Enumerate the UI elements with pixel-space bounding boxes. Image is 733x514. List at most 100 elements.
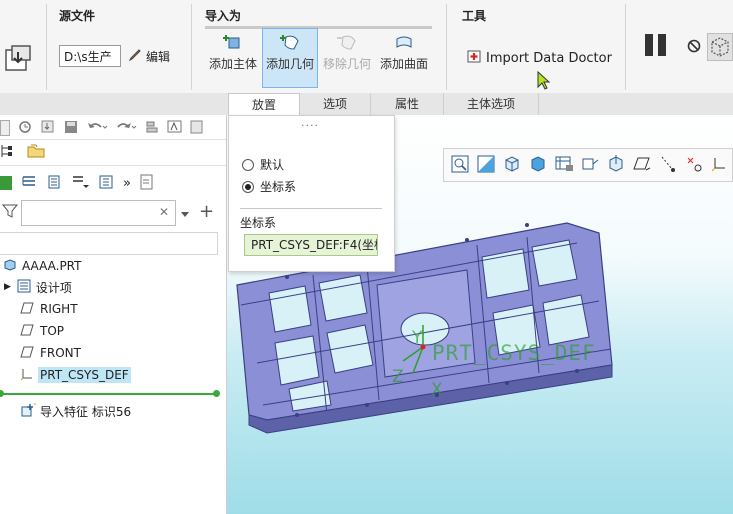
view-manager-button[interactable]: [552, 153, 575, 177]
save-icon[interactable]: [63, 119, 79, 138]
datum-display-button[interactable]: [631, 153, 654, 177]
graphics-toolbar: [443, 148, 733, 182]
tree-item-right[interactable]: RIGHT: [20, 298, 78, 320]
axis-display-button[interactable]: [657, 153, 680, 177]
design-items-icon: [17, 279, 31, 296]
settings-tree-icon[interactable]: [98, 174, 114, 193]
radio-default[interactable]: 默认: [242, 156, 284, 173]
point-display-icon: [684, 155, 704, 176]
point-display-button[interactable]: [683, 153, 706, 177]
filter-icon[interactable]: [1, 203, 19, 222]
tree-toolbar: »: [0, 172, 226, 194]
pause-button[interactable]: [645, 34, 671, 58]
clear-search-icon[interactable]: ✕: [159, 205, 169, 219]
annotation-icon[interactable]: [167, 119, 183, 138]
datum-plane-icon: [20, 324, 34, 339]
source-path-field[interactable]: D:\s生产: [59, 45, 121, 67]
undo-icon[interactable]: [86, 119, 108, 138]
add-body-button[interactable]: 添加主体: [205, 30, 261, 86]
tree-item-import-feature[interactable]: 导入特征 标识56: [20, 400, 131, 422]
radio-default-label: 默认: [260, 158, 285, 172]
tree-item-front[interactable]: FRONT: [20, 342, 81, 364]
window-icon[interactable]: [190, 119, 204, 138]
import-data-doctor-label: Import Data Doctor: [486, 50, 612, 66]
csys-display-button[interactable]: [709, 153, 732, 177]
display-style-button[interactable]: [526, 153, 549, 177]
part-icon: [3, 258, 17, 275]
csys-label-text: PRT_CSYS_DEF: [432, 341, 596, 365]
group-title-source: 源文件: [59, 9, 96, 23]
cancel-button[interactable]: [686, 38, 702, 57]
add-body-icon: [223, 33, 243, 54]
annotation-display-icon: [606, 154, 626, 176]
import-file-icon[interactable]: [2, 42, 34, 74]
tree-root-label: AAAA.PRT: [22, 259, 82, 273]
add-surface-label: 添加曲面: [379, 57, 428, 71]
expand-arrow-icon[interactable]: ▶: [4, 282, 11, 292]
panel-grip[interactable]: ....: [301, 116, 319, 129]
open-icon[interactable]: [17, 119, 33, 138]
search-dropdown-icon[interactable]: [180, 208, 190, 222]
zoom-fit-icon: [451, 155, 469, 176]
radio-csys-label: 坐标系: [260, 180, 297, 194]
model-tree-tab[interactable]: [0, 142, 20, 162]
saved-orientations-button[interactable]: [500, 153, 523, 177]
perspective-button[interactable]: [578, 153, 601, 177]
radio-on-icon: [242, 180, 254, 193]
add-filter-icon[interactable]: +: [199, 201, 214, 222]
tree-feature-label: 导入特征 标识56: [40, 404, 132, 419]
regen-all-icon[interactable]: [144, 119, 160, 138]
page-icon[interactable]: [140, 174, 154, 193]
insert-here-marker[interactable]: [0, 393, 218, 395]
display-style-icon: [528, 155, 548, 176]
add-geometry-button[interactable]: 添加几何: [262, 28, 318, 88]
tab-properties[interactable]: 属性: [371, 93, 444, 115]
preview-icon: [708, 37, 732, 63]
tab-body-options[interactable]: 主体选项: [444, 93, 539, 115]
tree-item-top[interactable]: TOP: [20, 320, 64, 342]
csys-icon: [20, 367, 34, 384]
redo-icon[interactable]: [115, 119, 137, 138]
tree-item-prt-csys-def[interactable]: PRT_CSYS_DEF: [20, 364, 131, 386]
folder-browser-tab[interactable]: [27, 143, 45, 162]
regenerate-icon[interactable]: [40, 119, 56, 138]
tree-columns-icon[interactable]: [21, 174, 37, 193]
tree-item-label: FRONT: [40, 346, 81, 360]
datum-plane-icon: [20, 302, 34, 317]
add-surface-icon: [394, 33, 414, 54]
pencil-icon: [127, 47, 143, 66]
axis-display-icon: [658, 155, 678, 176]
tree-item-design-items[interactable]: ▶ 设计项: [4, 276, 72, 298]
tree-filter-icon[interactable]: [46, 174, 62, 193]
tab-options[interactable]: 选项: [300, 93, 371, 115]
csys-axis-y: Y: [412, 328, 423, 348]
tree-root[interactable]: AAAA.PRT: [0, 255, 81, 277]
left-panel: » ✕ + AAAA.PRT ▶ 设计项 RIGHT TOP FRONT PRT…: [0, 115, 227, 514]
add-geometry-icon: [280, 33, 300, 54]
add-geometry-label: 添加几何: [265, 57, 314, 71]
new-icon[interactable]: [0, 120, 10, 136]
zoom-in-button[interactable]: [474, 153, 497, 177]
import-data-doctor-button[interactable]: Import Data Doctor: [466, 48, 612, 68]
datum-display-icon: [632, 155, 652, 176]
annotation-display-button[interactable]: [605, 153, 628, 177]
preview-button[interactable]: [707, 33, 733, 61]
tab-placement[interactable]: 放置: [228, 93, 300, 116]
radio-off-icon: [242, 158, 254, 171]
csys-axis-x: X: [431, 380, 443, 400]
view-manager-icon: [554, 155, 574, 176]
show-icon[interactable]: [0, 176, 12, 190]
zoom-area-icon: [477, 155, 495, 176]
layers-icon[interactable]: [71, 174, 89, 193]
tree-item-label: TOP: [40, 324, 65, 338]
tree-search-input[interactable]: ✕: [21, 200, 176, 226]
csys-section-label: 坐标系: [240, 216, 277, 230]
radio-csys[interactable]: 坐标系: [242, 178, 296, 195]
refit-button[interactable]: [448, 153, 471, 177]
more-chevrons-icon[interactable]: »: [123, 176, 131, 191]
add-body-label: 添加主体: [208, 57, 257, 71]
csys-collector[interactable]: PRT_CSYS_DEF:F4(坐标: [244, 234, 378, 256]
add-surface-button[interactable]: 添加曲面: [376, 30, 432, 86]
edit-button[interactable]: 编辑: [127, 47, 170, 66]
remove-geometry-button[interactable]: 移除几何: [319, 30, 375, 86]
